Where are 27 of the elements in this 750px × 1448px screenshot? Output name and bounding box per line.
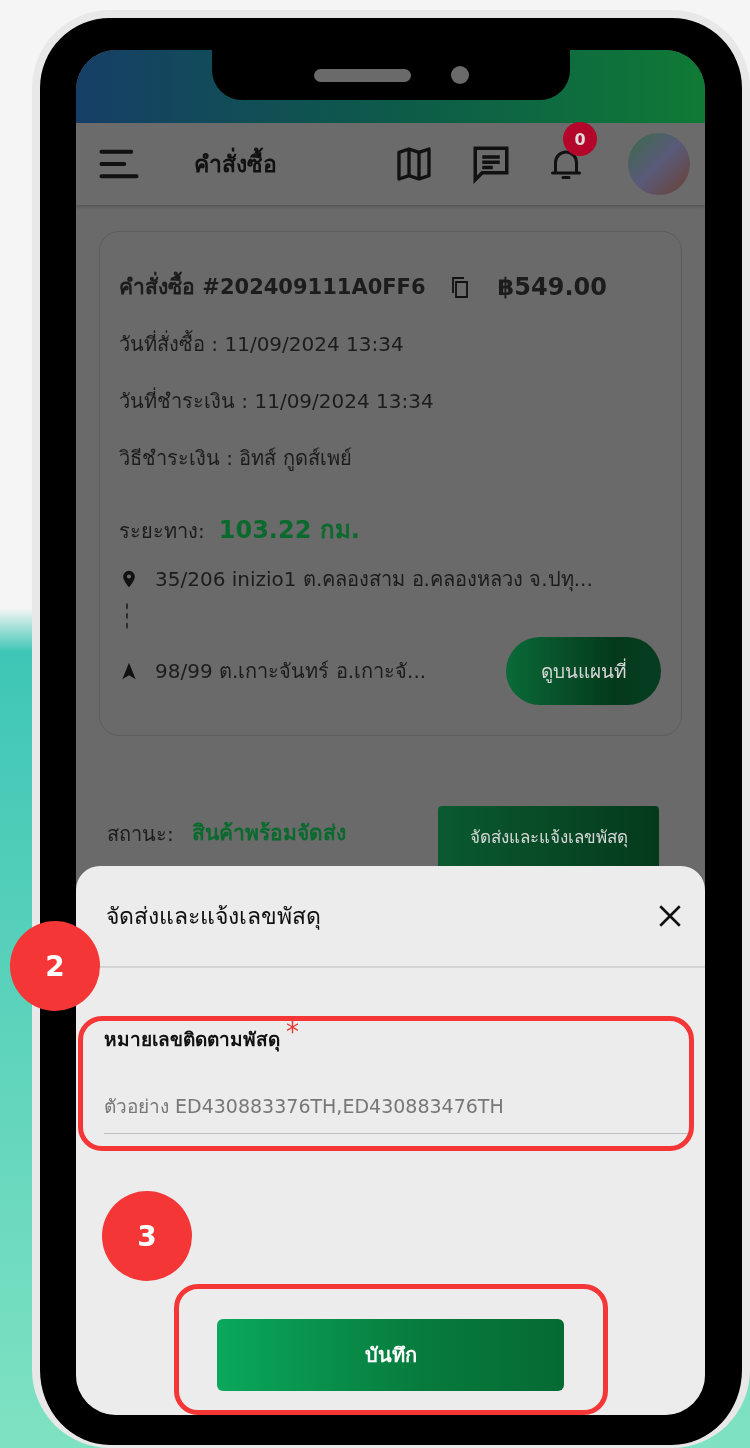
destination-address: 98/99 ต.เกาะจันทร์ อ.เกาะจั...: [155, 658, 427, 685]
status-value: สินค้าพร้อมจัดส่ง: [191, 820, 347, 847]
close-icon: [657, 903, 683, 929]
order-detail: วันที่สั่งซื้อ : 11/09/2024 13:34: [119, 329, 405, 358]
sheet-title: จัดส่งและแจ้งเลขพัสดุ: [106, 902, 321, 932]
field-label: หมายเลขติดตามพัสดุ: [104, 1027, 280, 1054]
order-detail: วันที่ชำระเงิน : 11/09/2024 13:34: [119, 386, 435, 415]
step-number-marker: 2: [10, 921, 100, 1011]
camera-icon: [450, 66, 469, 84]
order-total: ฿549.00: [497, 272, 607, 301]
close-button[interactable]: [657, 903, 683, 929]
view-on-map-button[interactable]: ดูบนแผนที่: [506, 637, 661, 705]
distance-label: ระยะทาง:: [119, 518, 205, 545]
status-label: สถานะ:: [107, 821, 174, 848]
distance-value: 103.22 กม.: [218, 515, 360, 546]
ship-and-tracking-button[interactable]: จัดส่งและแจ้งเลขพัสดุ: [438, 806, 659, 866]
notification-badge: 0: [563, 122, 597, 156]
tracking-number-field[interactable]: ตัวอย่าง ED430883376TH,ED430883476TH: [104, 1095, 692, 1117]
route-dots-icon: [124, 603, 130, 629]
order-number: คำสั่งซื้อ #202409111A0FF6: [119, 270, 426, 303]
map-icon[interactable]: [394, 144, 434, 184]
speaker-icon: [313, 68, 411, 82]
save-button[interactable]: บันทึก: [217, 1319, 564, 1391]
origin-address: 35/206 inizio1 ต.คลองสาม อ.คลองหลวง จ.ปทุ...: [155, 566, 593, 594]
page-title: คำสั่งซื้อ: [194, 146, 358, 182]
order-detail: วิธีชำระเงิน : อิทส์ กูดส์เพย์: [119, 445, 353, 473]
required-mark: *: [286, 1022, 299, 1043]
